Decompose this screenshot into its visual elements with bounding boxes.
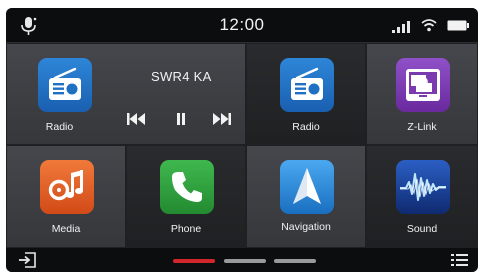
- navigation-label: Navigation: [281, 221, 331, 233]
- page-indicator-1[interactable]: [173, 259, 215, 263]
- menu-icon[interactable]: [451, 253, 468, 267]
- station-name: SWR4 KA: [151, 69, 212, 84]
- pause-icon[interactable]: [175, 112, 187, 126]
- page-indicator-3[interactable]: [274, 259, 316, 263]
- phone-icon: [160, 160, 214, 214]
- skip-next-icon[interactable]: [212, 112, 232, 126]
- radio-app-tile[interactable]: Radio: [7, 44, 112, 144]
- media-label: Media: [51, 223, 81, 235]
- dock-bar: [6, 248, 478, 272]
- z-link-icon: [396, 58, 450, 112]
- z-link-app-tile[interactable]: Z-Link: [366, 43, 478, 145]
- media-app-tile[interactable]: Media: [6, 145, 126, 248]
- wifi-icon: [421, 19, 437, 32]
- skip-previous-icon[interactable]: [126, 112, 146, 126]
- z-link-label: Z-Link: [407, 121, 437, 133]
- sound-app-tile[interactable]: Sound: [366, 145, 478, 248]
- now-playing-widget: Radio SWR4 KA: [6, 43, 246, 145]
- phone-label: Phone: [170, 223, 202, 235]
- radio-app-tile[interactable]: Radio: [246, 43, 366, 145]
- navigation-app-tile[interactable]: Navigation: [246, 145, 366, 248]
- navigation-icon: [280, 160, 334, 214]
- status-bar: 12:00: [6, 8, 478, 42]
- sound-label: Sound: [406, 223, 438, 235]
- radio-icon: [280, 58, 334, 112]
- radio-icon: [38, 58, 92, 112]
- phone-app-tile[interactable]: Phone: [126, 145, 246, 248]
- radio-label: Radio: [45, 121, 74, 133]
- exit-icon[interactable]: [18, 252, 36, 268]
- sound-icon: [396, 160, 450, 214]
- media-icon: [40, 160, 94, 214]
- battery-icon: [447, 20, 469, 31]
- car-home-screen: 12:00 Radio SWR4 KA Radio Z-Link Media P…: [6, 8, 478, 272]
- radio-label: Radio: [292, 121, 320, 133]
- page-indicator-2[interactable]: [224, 259, 266, 263]
- cellular-signal-icon: [392, 21, 410, 33]
